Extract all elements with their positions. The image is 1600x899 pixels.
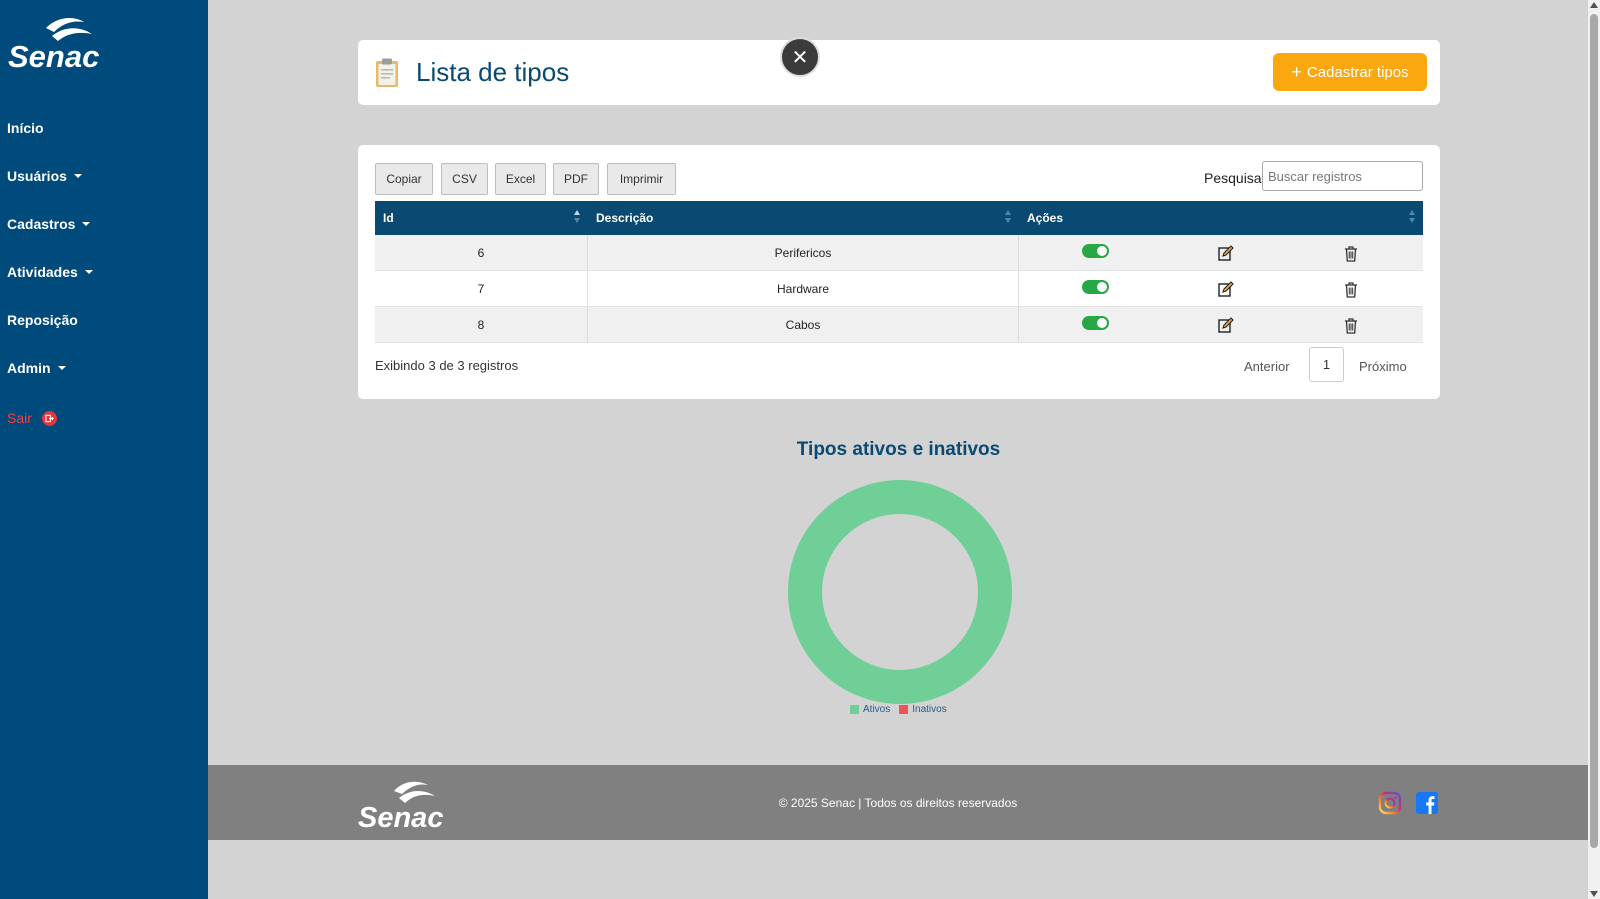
table-header: Id Descrição Ações bbox=[375, 201, 1423, 235]
legend-swatch bbox=[850, 705, 859, 714]
column-header-acoes[interactable]: Ações bbox=[1019, 201, 1423, 235]
table-row: 7 Hardware bbox=[375, 271, 1423, 307]
cell-id: 8 bbox=[375, 307, 588, 342]
table-body: 6 Perifericos 7 Hardware 8 Cabos bbox=[375, 235, 1423, 343]
pagination-page-1[interactable]: 1 bbox=[1309, 347, 1344, 382]
logout-link[interactable]: Sair bbox=[0, 394, 208, 442]
sidebar-item-4[interactable]: Reposição bbox=[0, 296, 208, 344]
types-table: Id Descrição Ações 6 Perifericos 7 Hardware… bbox=[375, 201, 1423, 343]
sidebar-item-3[interactable]: Atividades bbox=[0, 248, 208, 296]
cell-id: 7 bbox=[375, 271, 588, 306]
cell-descricao: Hardware bbox=[588, 271, 1019, 306]
search-label: Pesquisar bbox=[1204, 170, 1267, 186]
pdf-button[interactable]: PDF bbox=[553, 163, 599, 195]
excel-button[interactable]: Excel bbox=[495, 163, 546, 195]
edit-icon[interactable] bbox=[1218, 281, 1234, 297]
column-label: Ações bbox=[1027, 211, 1064, 225]
facebook-icon[interactable] bbox=[1415, 791, 1439, 815]
chart-title: Tipos ativos e inativos bbox=[796, 439, 1001, 460]
sidebar-item-label: Início bbox=[7, 120, 44, 136]
sort-icon bbox=[1409, 210, 1415, 224]
svg-text:Senac: Senac bbox=[8, 39, 99, 72]
scrollbar-thumb[interactable] bbox=[1590, 14, 1598, 848]
pagination-previous[interactable]: Anterior bbox=[1244, 359, 1290, 374]
footer: Senac © 2025 Senac | Todos os direitos r… bbox=[208, 765, 1588, 840]
table-row: 6 Perifericos bbox=[375, 235, 1423, 271]
legend-label: Inativos bbox=[912, 704, 947, 715]
edit-icon[interactable] bbox=[1218, 245, 1234, 261]
logout-icon bbox=[41, 410, 57, 426]
sidebar-item-label: Admin bbox=[7, 360, 51, 376]
chart-legend: Ativos Inativos bbox=[850, 704, 956, 715]
cell-descricao: Perifericos bbox=[588, 235, 1019, 270]
column-label: Descrição bbox=[596, 211, 654, 225]
instagram-icon[interactable] bbox=[1378, 791, 1402, 815]
sidebar-item-label: Atividades bbox=[7, 264, 78, 280]
scroll-down-icon[interactable] bbox=[1590, 891, 1598, 897]
sidebar-item-label: Usuários bbox=[7, 168, 67, 184]
legend-label: Ativos bbox=[863, 704, 891, 715]
caret-down-icon bbox=[82, 222, 91, 226]
scroll-up-icon[interactable] bbox=[1590, 2, 1598, 8]
trash-icon[interactable] bbox=[1343, 281, 1359, 298]
page-title: Lista de tipos bbox=[416, 57, 570, 87]
print-button[interactable]: Imprimir bbox=[607, 163, 676, 195]
status-toggle[interactable] bbox=[1082, 280, 1109, 294]
trash-icon[interactable] bbox=[1343, 317, 1359, 334]
logout-label: Sair bbox=[7, 410, 32, 426]
add-type-button[interactable]: + Cadastrar tipos bbox=[1273, 53, 1427, 91]
table-card: Copiar CSV Excel PDF Imprimir Pesquisar … bbox=[358, 145, 1440, 399]
search-input[interactable] bbox=[1262, 161, 1423, 191]
sidebar-item-0[interactable]: Início bbox=[0, 104, 208, 152]
doughnut-chart bbox=[788, 480, 1012, 704]
page-scrollbar[interactable] bbox=[1588, 0, 1600, 899]
caret-down-icon bbox=[84, 270, 93, 274]
chart-slice-ativos[interactable] bbox=[788, 480, 1012, 704]
sort-icon bbox=[1005, 210, 1011, 224]
legend-swatch bbox=[899, 705, 909, 714]
pagination-next[interactable]: Próximo bbox=[1359, 359, 1407, 374]
cell-descricao: Cabos bbox=[588, 307, 1019, 342]
records-info: Exibindo 3 de 3 registros bbox=[375, 358, 519, 373]
status-toggle[interactable] bbox=[1082, 244, 1109, 258]
legend-item-ativos[interactable]: Ativos bbox=[850, 704, 890, 715]
header-card: Lista de tipos + Cadastrar tipos bbox=[358, 40, 1440, 105]
sidebar: Senac Início Usuários Cadastros Atividades R… bbox=[0, 0, 208, 899]
copy-button[interactable]: Copiar bbox=[375, 163, 433, 195]
sidebar-item-label: Reposição bbox=[7, 312, 78, 328]
cell-acoes bbox=[1019, 271, 1423, 306]
sidebar-item-5[interactable]: Admin bbox=[0, 344, 208, 392]
sidebar-item-label: Cadastros bbox=[7, 216, 76, 232]
legend-item-inativos[interactable]: Inativos bbox=[899, 704, 947, 715]
add-type-label: Cadastrar tipos bbox=[1306, 63, 1409, 81]
senac-logo[interactable]: Senac bbox=[8, 14, 100, 72]
cell-id: 6 bbox=[375, 235, 588, 270]
status-toggle[interactable] bbox=[1082, 316, 1109, 330]
close-button[interactable]: ✕ bbox=[780, 37, 820, 77]
column-header-descricao[interactable]: Descrição bbox=[588, 201, 1019, 235]
caret-down-icon bbox=[73, 174, 82, 178]
sidebar-item-1[interactable]: Usuários bbox=[0, 152, 208, 200]
clipboard-icon bbox=[376, 58, 398, 87]
column-header-id[interactable]: Id bbox=[375, 201, 588, 235]
caret-down-icon bbox=[57, 366, 66, 370]
column-label: Id bbox=[383, 211, 394, 225]
csv-button[interactable]: CSV bbox=[441, 163, 488, 195]
sidebar-nav: Início Usuários Cadastros Atividades Reposiç… bbox=[0, 104, 208, 442]
sort-icon bbox=[574, 210, 580, 224]
sidebar-item-2[interactable]: Cadastros bbox=[0, 200, 208, 248]
table-row: 8 Cabos bbox=[375, 307, 1423, 343]
cell-acoes bbox=[1019, 307, 1423, 342]
cell-acoes bbox=[1019, 235, 1423, 270]
trash-icon[interactable] bbox=[1343, 245, 1359, 262]
plus-icon: + bbox=[1291, 62, 1302, 82]
edit-icon[interactable] bbox=[1218, 317, 1234, 333]
